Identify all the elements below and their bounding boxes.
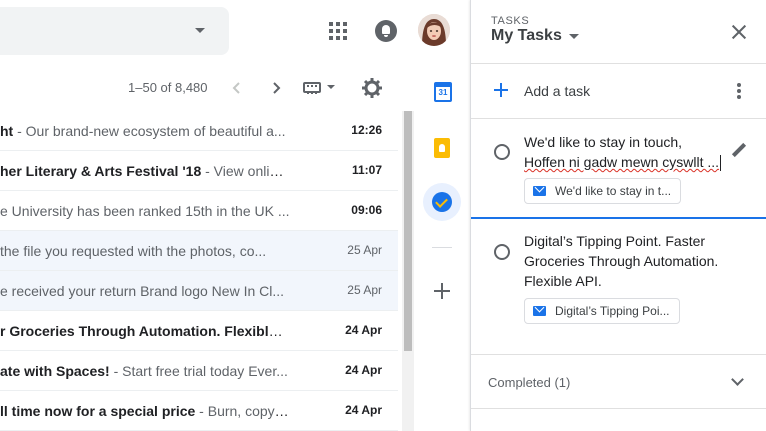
mail-row[interactable]: ht - Our brand-new ecosystem of beautifu…	[0, 111, 398, 151]
scrollbar-thumb[interactable]	[404, 111, 412, 351]
mail-snippet: - Burn, copy a...	[195, 403, 290, 419]
text-cursor	[720, 155, 722, 172]
mail-icon	[533, 186, 546, 196]
mail-snippet: - Our brand-new ecosystem of beautiful a…	[13, 123, 286, 139]
mail-subject: r Groceries Through Automation. Flexible…	[0, 323, 290, 339]
task-complete-checkbox[interactable]	[494, 144, 510, 160]
add-icon[interactable]	[494, 83, 508, 97]
email-link-chip[interactable]: Digital’s Tipping Poi...	[524, 298, 680, 324]
keyboard-icon[interactable]	[303, 82, 321, 94]
task-title[interactable]: Digital’s Tipping Point. Faster Grocerie…	[524, 231, 730, 291]
task-item[interactable]: Digital’s Tipping Point. Faster Grocerie…	[471, 220, 766, 336]
chevron-down-icon[interactable]	[569, 34, 579, 39]
divider	[471, 63, 766, 64]
strip-divider	[432, 247, 452, 248]
mail-row[interactable]: ll time now for a special price - Burn, …	[0, 391, 398, 431]
chip-label: We'd like to stay in t...	[555, 184, 672, 198]
mail-row[interactable]: her Literary & Arts Festival '18 - View …	[0, 151, 398, 191]
chevron-down-icon[interactable]	[731, 373, 744, 386]
pagination-count: 1–50 of 8,480	[128, 80, 208, 95]
tasks-panel: TASKS My Tasks Add a task We'd like to s…	[470, 0, 766, 431]
search-options-icon[interactable]	[195, 28, 205, 33]
mail-snippet: the file you requested with the photos, …	[0, 243, 267, 259]
task-list-selector[interactable]: My Tasks	[491, 27, 562, 45]
mail-subject: ate with Spaces!	[0, 363, 110, 379]
tasks-label: TASKS	[491, 15, 530, 27]
mail-date: 24 Apr	[345, 363, 382, 377]
chevron-right-icon[interactable]	[269, 81, 283, 95]
mail-date: 11:07	[351, 163, 382, 177]
mail-subject: her Literary & Arts Festival '18	[0, 163, 202, 179]
mail-date: 24 Apr	[345, 323, 382, 337]
task-item[interactable]: We'd like to stay in touch, Hoffen ni ga…	[471, 119, 766, 219]
completed-toggle[interactable]: Completed (1)	[488, 375, 570, 390]
mail-row[interactable]: the file you requested with the photos, …	[0, 231, 398, 271]
email-link-chip[interactable]: We'd like to stay in t...	[524, 178, 682, 204]
input-tools-caret-icon[interactable]	[327, 85, 335, 89]
mail-date: 24 Apr	[345, 403, 382, 417]
mail-date: 12:26	[351, 123, 382, 137]
mail-subject: ll time now for a special price	[0, 403, 196, 419]
avatar-portrait	[418, 14, 450, 46]
avatar[interactable]	[418, 14, 450, 46]
task-title[interactable]: We'd like to stay in touch,	[524, 132, 730, 152]
plus-icon[interactable]	[434, 283, 450, 299]
mail-row[interactable]: e received your return Brand logo New In…	[0, 271, 398, 311]
more-vert-icon[interactable]	[737, 83, 741, 99]
apps-grid-icon[interactable]	[329, 22, 347, 40]
add-task-button[interactable]: Add a task	[524, 83, 590, 99]
divider	[471, 354, 766, 355]
keep-icon[interactable]	[434, 138, 450, 158]
task-details-input[interactable]: Hoffen ni gadw mewn cyswllt ...	[524, 152, 722, 172]
calendar-day: 31	[438, 88, 448, 97]
mail-snippet: - View online...	[201, 163, 290, 179]
mail-row[interactable]: r Groceries Through Automation. Flexible…	[0, 311, 398, 351]
mail-subject: ht	[0, 123, 14, 139]
mail-icon	[533, 306, 546, 316]
chevron-left-icon[interactable]	[230, 81, 244, 95]
mail-snippet: - Start free trial today Ever...	[109, 363, 288, 379]
pencil-icon[interactable]	[731, 143, 747, 159]
task-complete-checkbox[interactable]	[494, 244, 510, 260]
close-icon[interactable]	[730, 23, 748, 41]
tasks-icon[interactable]	[432, 192, 452, 212]
mail-list: ht - Our brand-new ecosystem of beautifu…	[0, 111, 398, 431]
mail-snippet: e received your return Brand logo New In…	[0, 283, 285, 299]
mail-date: 09:06	[351, 203, 382, 217]
mail-snippet: e University has been ranked 15th in the…	[0, 203, 290, 219]
mail-row[interactable]: ate with Spaces! - Start free trial toda…	[0, 351, 398, 391]
gear-icon[interactable]	[362, 78, 382, 98]
chip-label: Digital’s Tipping Poi...	[555, 304, 670, 318]
task-notes-text: Hoffen ni gadw mewn cyswllt ...	[524, 154, 720, 170]
mail-row[interactable]: e University has been ranked 15th in the…	[0, 191, 398, 231]
divider	[471, 408, 766, 409]
mail-date: 25 Apr	[347, 283, 382, 297]
mail-date: 25 Apr	[347, 243, 382, 257]
bell-icon[interactable]	[375, 20, 397, 42]
